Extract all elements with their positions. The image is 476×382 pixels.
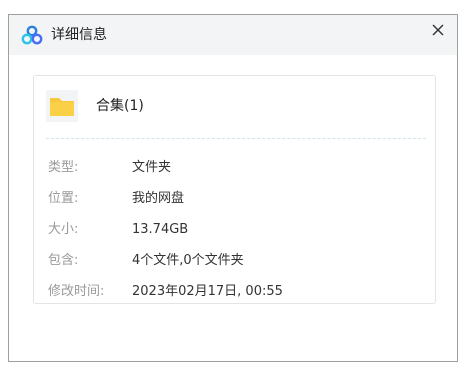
- file-name: 合集(1): [96, 98, 144, 114]
- detail-row-location: 位置: 我的网盘: [48, 189, 428, 209]
- detail-row-size: 大小: 13.74GB: [48, 220, 428, 240]
- details-dialog: 详细信息 合集(1) 类型: 文件夹 位置: 我的网盘 大小: 13.74GB …: [8, 14, 458, 362]
- detail-label: 类型:: [48, 160, 79, 175]
- detail-value: 13.74GB: [132, 222, 189, 237]
- folder-icon: [46, 90, 78, 122]
- close-icon[interactable]: [427, 19, 449, 41]
- detail-row-type: 类型: 文件夹: [48, 158, 428, 178]
- details-card: 合集(1) 类型: 文件夹 位置: 我的网盘 大小: 13.74GB 包含: 4…: [33, 75, 436, 304]
- detail-label: 包含:: [48, 253, 79, 268]
- dialog-title: 详细信息: [51, 27, 107, 43]
- divider: [46, 138, 426, 139]
- dialog-titlebar: 详细信息: [9, 15, 457, 55]
- detail-value: 2023年02月17日, 00:55: [132, 284, 283, 299]
- baidu-netdisk-icon: [21, 25, 43, 45]
- detail-row-modified: 修改时间: 2023年02月17日, 00:55: [48, 282, 428, 302]
- close-button[interactable]: [427, 19, 449, 41]
- detail-label: 大小:: [48, 222, 79, 237]
- detail-value: 4个文件,0个文件夹: [132, 253, 244, 268]
- detail-label: 修改时间:: [48, 284, 105, 299]
- detail-row-contains: 包含: 4个文件,0个文件夹: [48, 251, 428, 271]
- detail-value: 文件夹: [132, 160, 172, 175]
- detail-label: 位置:: [48, 191, 79, 206]
- detail-value: 我的网盘: [132, 191, 185, 206]
